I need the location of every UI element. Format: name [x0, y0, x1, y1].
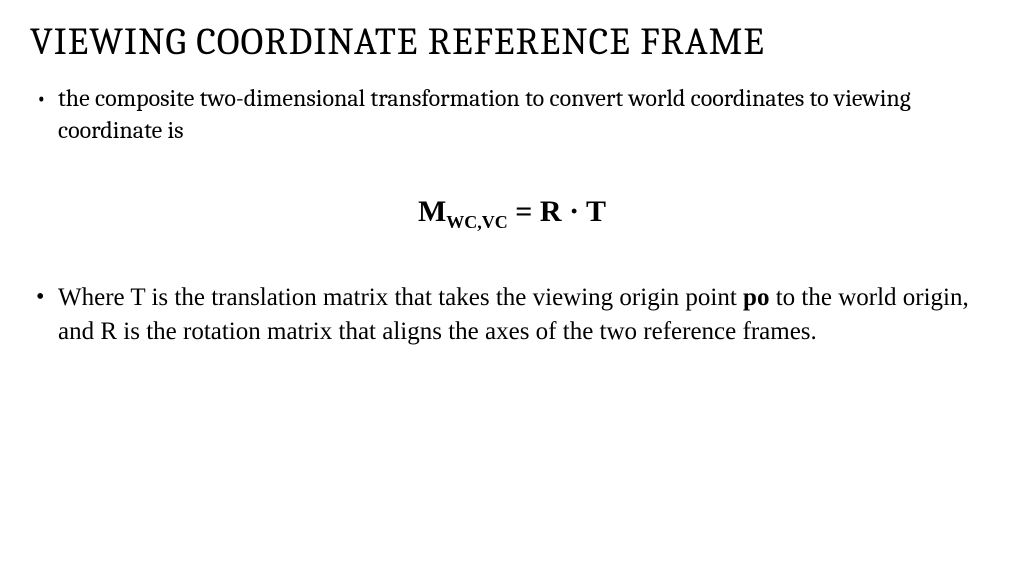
slide-title: VIEWING COORDINATE REFERENCE FRAME [30, 20, 994, 64]
bullet-item-1: the composite two-dimensional transforma… [30, 82, 994, 147]
bullet-2-bold: po [743, 284, 769, 311]
equation-equals: = [508, 195, 540, 228]
equation-T: T [586, 195, 606, 228]
equation-dot: · [562, 195, 586, 228]
bullet-item-2: Where T is the translation matrix that t… [30, 281, 994, 349]
bullet-list-2: Where T is the translation matrix that t… [30, 281, 994, 349]
equation: MWC,VC = R · T [30, 195, 994, 233]
equation-M: M [418, 195, 446, 228]
equation-subscript: WC,VC [446, 212, 508, 232]
bullet-list: the composite two-dimensional transforma… [30, 82, 994, 147]
equation-R: R [540, 195, 562, 228]
bullet-2-text-1: Where T is the translation matrix that t… [58, 284, 743, 311]
